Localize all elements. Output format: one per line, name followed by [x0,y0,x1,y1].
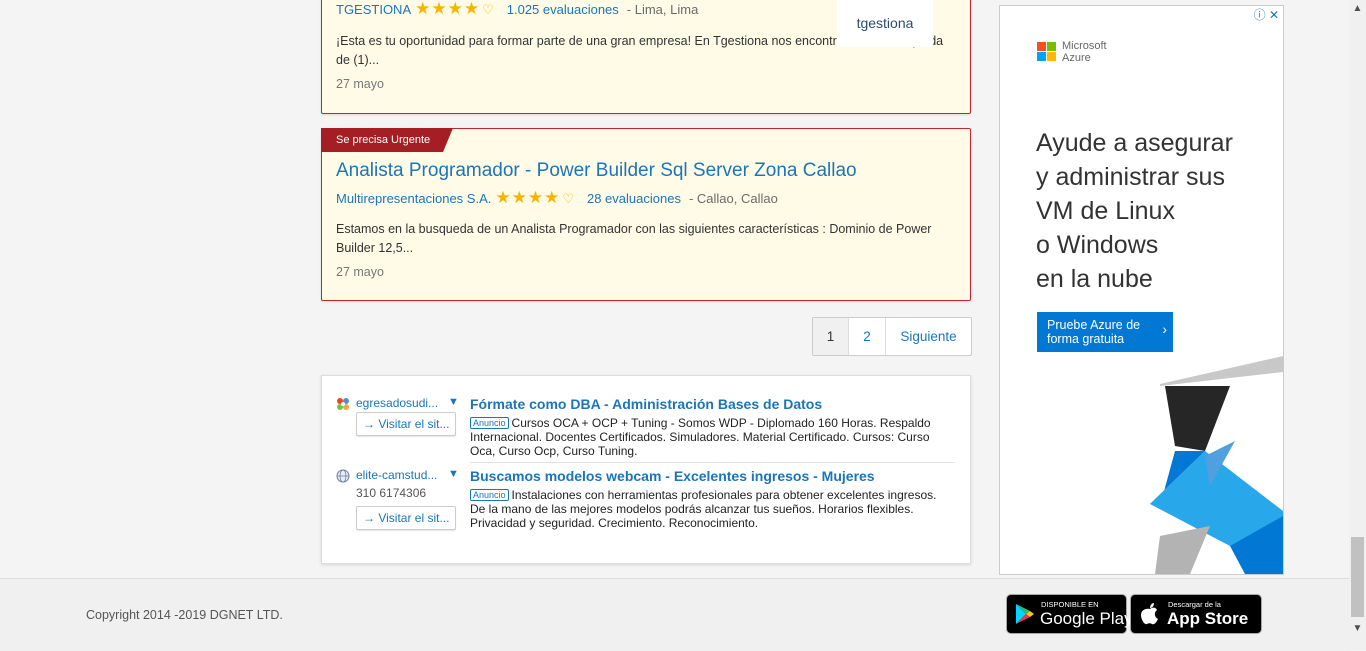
company-logo: tgestiona [837,0,933,47]
pagination: 1 2 Siguiente [812,317,972,356]
chevron-right-icon: › [1162,321,1167,337]
google-play-small-text: DISPONIBLE EN [1041,600,1099,609]
close-icon[interactable]: ✕ [1269,8,1279,22]
brand-line2: Azure [1062,52,1091,64]
job-description: Estamos en la busqueda de un Analista Pr… [336,222,932,255]
copyright-text: Copyright 2014 -2019 DGNET LTD. [86,608,283,622]
app-store-badge[interactable]: Descargar de la App Store [1130,594,1262,634]
page-button-1[interactable]: 1 [813,318,849,355]
headline-line: Ayude a asegurar [1036,129,1233,157]
arrow-right-icon: → [363,417,379,431]
scroll-down-arrow-icon[interactable]: ▼ [1349,620,1366,637]
google-play-big-text: Google Play [1040,609,1133,628]
job-card[interactable]: TGESTIONA ★★★★ ♡ 1.025 evaluaciones - Lim… [321,0,971,114]
job-location: - Callao, Callao [688,190,778,206]
next-page-button[interactable]: Siguiente [886,318,971,355]
rating-stars: ★★★★ ♡ [415,0,495,18]
cta-line1: Pruebe Azure de [1047,318,1141,332]
star-empty-icon: ♡ [482,2,495,17]
company-line: TGESTIONA ★★★★ ♡ 1.025 evaluaciones - Lim… [336,0,698,19]
scroll-up-arrow-icon[interactable]: ▲ [1349,0,1366,17]
ad-site-name[interactable]: elite-camstud... [356,468,437,482]
ad-divider [470,462,955,463]
star-empty-icon: ♡ [562,191,575,206]
ad-item[interactable]: elite-camstud... ▼ 310 6174306 → Visitar… [336,468,956,538]
banner-headline: Ayude a asegurar y administrar sus VM de… [1036,126,1276,296]
google-play-badge[interactable]: DISPONIBLE EN Google Play [1006,594,1133,634]
microsoft-logo-icon [1037,42,1056,61]
company-logo-text: tgestiona [856,15,914,31]
joomla-favicon-icon [337,398,349,410]
visit-site-button[interactable]: → Visitar el sit... [356,412,456,436]
job-date: 27 mayo [336,265,384,279]
ad-text: Anuncio Instalaciones con herramientas pr… [470,488,940,530]
text-ads-box: egresadosudi... ▼ → Visitar el sit... Fó… [321,375,971,564]
ad-description: Instalaciones con herramientas profesion… [470,488,937,530]
ad-phone[interactable]: 310 6174306 [356,486,426,500]
ad-item[interactable]: egresadosudi... ▼ → Visitar el sit... Fó… [336,396,956,460]
rating-stars: ★★★★ ♡ [495,188,575,207]
urgent-badge-label: Se precisa Urgente [336,134,431,146]
globe-icon [336,469,350,483]
vertical-scrollbar[interactable]: ▲ ▼ [1349,0,1366,650]
app-store-big-text: App Store [1167,609,1249,628]
ad-description: Cursos OCA + OCP + Tuning - Somos WDP - … [470,416,931,458]
azure-banner-ad[interactable]: ⓘ ✕ Microsoft Azure Ayude a asegurar y a… [999,5,1284,575]
headline-line: en la nube [1036,265,1153,293]
cta-line2: forma gratuita [1047,332,1125,346]
visit-site-button[interactable]: → Visitar el sit... [356,506,456,530]
visit-site-label: Visitar el sit... [378,417,450,431]
arrow-right-icon: → [363,511,379,525]
job-title-link[interactable]: Analista Programador - Power Builder Sql… [336,160,857,182]
headline-line: VM de Linux [1036,197,1175,225]
ad-label: Anuncio [470,489,509,501]
ad-title-link[interactable]: Fórmate como DBA - Administración Bases … [470,396,822,412]
ad-text: Anuncio Cursos OCA + OCP + Tuning - Somos… [470,416,940,458]
evaluations-link[interactable]: 1.025 evaluaciones [507,2,619,17]
urgent-badge: Se precisa Urgente [321,128,453,152]
page: TGESTIONA ★★★★ ♡ 1.025 evaluaciones - Lim… [0,0,1349,650]
azure-graphic [1150,356,1283,574]
ad-site-name[interactable]: egresadosudi... [356,396,438,410]
footer: Copyright 2014 -2019 DGNET LTD. DISPONIB… [0,578,1349,651]
evaluations-link[interactable]: 28 evaluaciones [587,191,681,206]
scroll-thumb[interactable] [1351,537,1364,617]
app-store-small-text: Descargar de la [1168,600,1221,609]
company-link[interactable]: Multirepresentaciones S.A. [336,191,491,206]
job-card[interactable]: Se precisa Urgente Analista Programador … [321,128,971,301]
company-line: Multirepresentaciones S.A. ★★★★ ♡ 28 eval… [336,188,778,208]
google-play-icon [1016,604,1034,624]
company-link[interactable]: TGESTIONA [336,2,411,17]
ad-title-link[interactable]: Buscamos modelos webcam - Excelentes ing… [470,468,875,484]
info-icon[interactable]: ⓘ [1254,8,1266,22]
ad-choices-icons[interactable]: ⓘ ✕ [1254,6,1279,23]
brand-line1: Microsoft [1062,40,1107,52]
headline-line: o Windows [1036,231,1159,259]
visit-site-label: Visitar el sit... [378,511,450,525]
ad-label: Anuncio [470,417,509,429]
brand-name: Microsoft Azure [1062,40,1107,64]
page-button-2[interactable]: 2 [849,318,886,355]
chevron-down-icon[interactable]: ▼ [448,396,459,408]
job-date: 27 mayo [336,77,384,91]
chevron-down-icon[interactable]: ▼ [448,468,459,480]
job-location: - Lima, Lima [626,1,699,17]
apple-icon [1141,603,1158,625]
headline-line: y administrar sus [1036,163,1225,191]
